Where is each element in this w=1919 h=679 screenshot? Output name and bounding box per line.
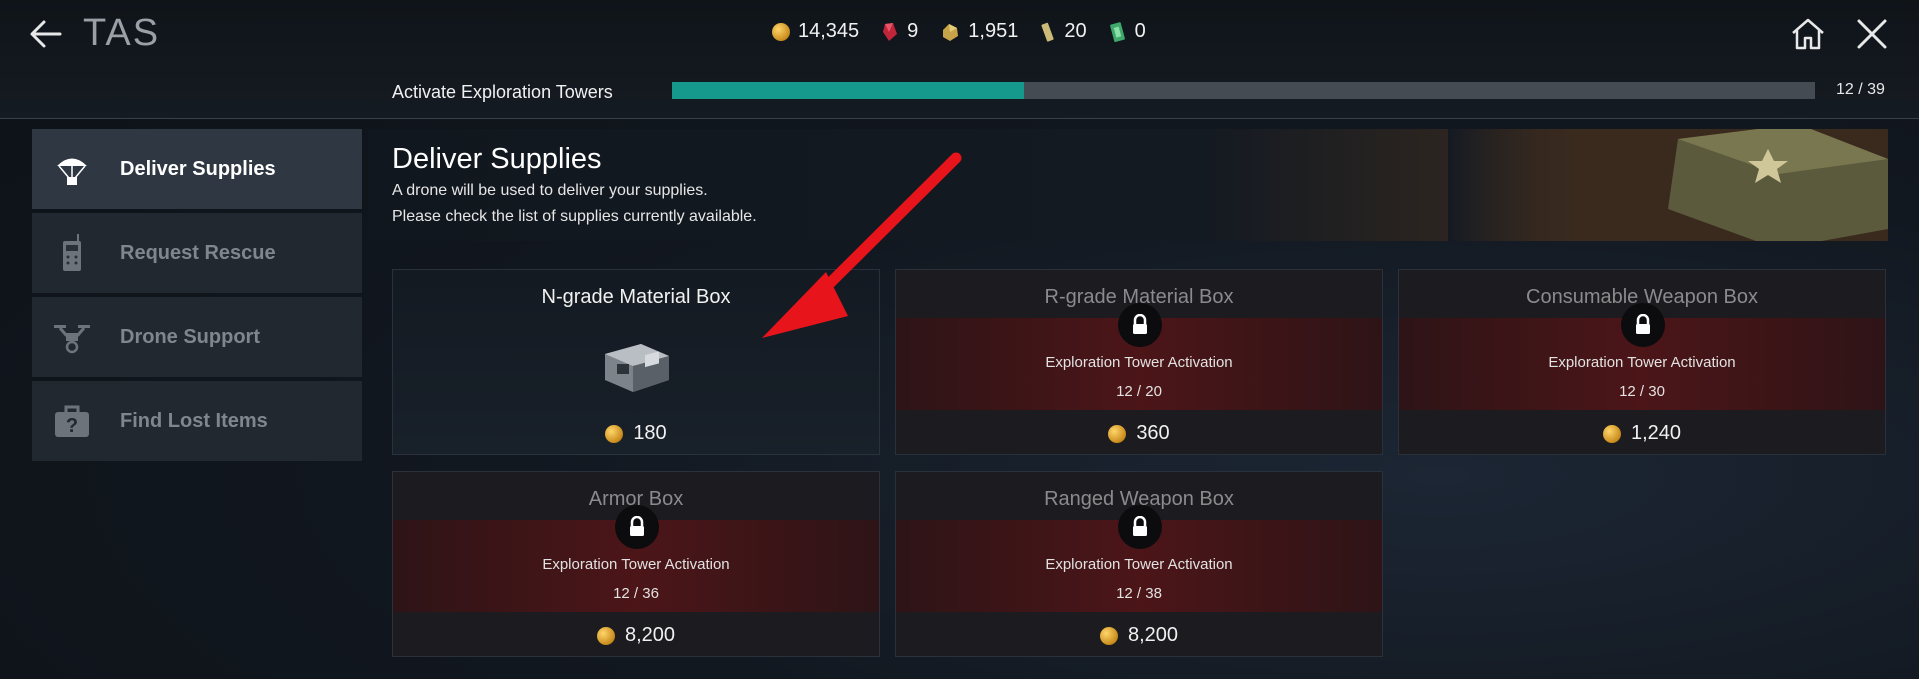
- currency-red-gem-value: 9: [907, 20, 919, 42]
- gold-coin-icon: [605, 424, 624, 443]
- currency-gold: 14,345: [772, 20, 859, 43]
- home-icon: [1792, 18, 1824, 50]
- gold-coin-icon: [596, 626, 615, 645]
- material-ore-icon: [943, 23, 959, 41]
- material-box-image: [605, 344, 669, 392]
- supply-box-card-armor[interactable]: Armor Box Exploration Tower Activation 1…: [392, 471, 880, 657]
- progress-label: Activate Exploration Towers: [392, 82, 613, 102]
- section-title: Deliver Supplies: [392, 143, 602, 175]
- screen-title: TAS: [83, 12, 161, 54]
- lock-icon: [1621, 303, 1665, 347]
- section-description-line-1: A drone will be used to deliver your sup…: [392, 182, 708, 199]
- drone-icon: [52, 317, 92, 357]
- requirement-label: Exploration Tower Activation: [1045, 354, 1233, 371]
- sos-radio-icon: [52, 233, 92, 273]
- sidebar-item-find-lost-items[interactable]: ? Find Lost Items: [32, 381, 362, 461]
- box-price-value: 360: [1136, 422, 1170, 444]
- box-price-value: 180: [633, 422, 667, 444]
- top-bar: [0, 0, 1919, 118]
- box-price-value: 1,240: [1630, 422, 1682, 444]
- currency-red-gem: 9: [881, 20, 918, 43]
- lost-bag-icon: ?: [52, 401, 92, 441]
- box-price-value: 8,200: [1127, 624, 1179, 646]
- box-price: 1,240: [1399, 422, 1885, 445]
- progress-bar-fill: [672, 82, 1025, 99]
- sidebar-item-label: Drone Support: [120, 325, 260, 348]
- gold-coin-icon: [772, 22, 790, 41]
- lock-icon: [615, 505, 659, 549]
- currency-gold-value: 14,345: [798, 20, 860, 42]
- lock-icon: [1118, 303, 1162, 347]
- requirement-count: 12 / 38: [1116, 585, 1162, 602]
- sidebar-item-label: Request Rescue: [120, 241, 276, 264]
- section-header: Deliver Supplies A drone will be used to…: [368, 129, 1888, 241]
- currency-ticket: 20: [1040, 20, 1087, 43]
- requirement-label: Exploration Tower Activation: [542, 556, 730, 573]
- requirement-count: 12 / 30: [1619, 383, 1665, 400]
- close-button[interactable]: [1852, 14, 1892, 54]
- red-gem-icon: [883, 22, 898, 41]
- currency-cash-value: 0: [1134, 20, 1146, 42]
- svg-text:?: ?: [66, 415, 78, 437]
- sidebar-item-drone-support[interactable]: Drone Support: [32, 297, 362, 377]
- requirement-label: Exploration Tower Activation: [1548, 354, 1736, 371]
- parachute-icon: [52, 149, 92, 189]
- box-price: 180: [393, 422, 879, 445]
- gold-coin-icon: [1108, 424, 1127, 443]
- progress-count: 12 / 39: [1836, 81, 1885, 98]
- section-description-line-2: Please check the list of supplies curren…: [392, 208, 757, 225]
- cash-icon: [1109, 21, 1125, 42]
- gold-coin-icon: [1602, 424, 1621, 443]
- supply-box-card-consumable-weapon[interactable]: Consumable Weapon Box Exploration Tower …: [1398, 269, 1886, 455]
- currency-bar: 14,345 9 1,951 20 0: [772, 20, 1146, 43]
- progress-bar: [672, 82, 1815, 99]
- box-price: 8,200: [896, 624, 1382, 647]
- requirement-count: 12 / 20: [1116, 383, 1162, 400]
- back-button[interactable]: [26, 14, 66, 54]
- supply-crate-banner-image: [1448, 129, 1888, 241]
- box-price-value: 8,200: [624, 624, 676, 646]
- requirement-label: Exploration Tower Activation: [1045, 556, 1233, 573]
- supply-box-card-r-grade[interactable]: R-grade Material Box Exploration Tower A…: [895, 269, 1383, 455]
- close-icon: [1857, 19, 1887, 49]
- lock-icon: [1118, 505, 1162, 549]
- currency-material-value: 1,951: [968, 20, 1019, 42]
- home-button[interactable]: [1788, 14, 1828, 54]
- sidebar-item-deliver-supplies[interactable]: Deliver Supplies: [32, 129, 362, 209]
- back-arrow-icon: [30, 20, 62, 48]
- header-divider: [0, 118, 1919, 119]
- box-price: 360: [896, 422, 1382, 445]
- requirement-count: 12 / 36: [613, 585, 659, 602]
- box-name: N-grade Material Box: [541, 286, 731, 308]
- supply-box-card-n-grade[interactable]: N-grade Material Box 180: [392, 269, 880, 455]
- sidebar-item-label: Deliver Supplies: [120, 157, 276, 180]
- ticket-icon: [1041, 22, 1054, 42]
- sidebar: Deliver Supplies Request Rescue Drone Su…: [32, 129, 362, 465]
- currency-material: 1,951: [940, 20, 1018, 43]
- currency-ticket-value: 20: [1064, 20, 1087, 42]
- currency-cash: 0: [1109, 20, 1146, 43]
- gold-coin-icon: [1099, 626, 1118, 645]
- box-price: 8,200: [393, 624, 879, 647]
- supply-box-card-ranged-weapon[interactable]: Ranged Weapon Box Exploration Tower Acti…: [895, 471, 1383, 657]
- sidebar-item-request-rescue[interactable]: Request Rescue: [32, 213, 362, 293]
- sidebar-item-label: Find Lost Items: [120, 409, 268, 432]
